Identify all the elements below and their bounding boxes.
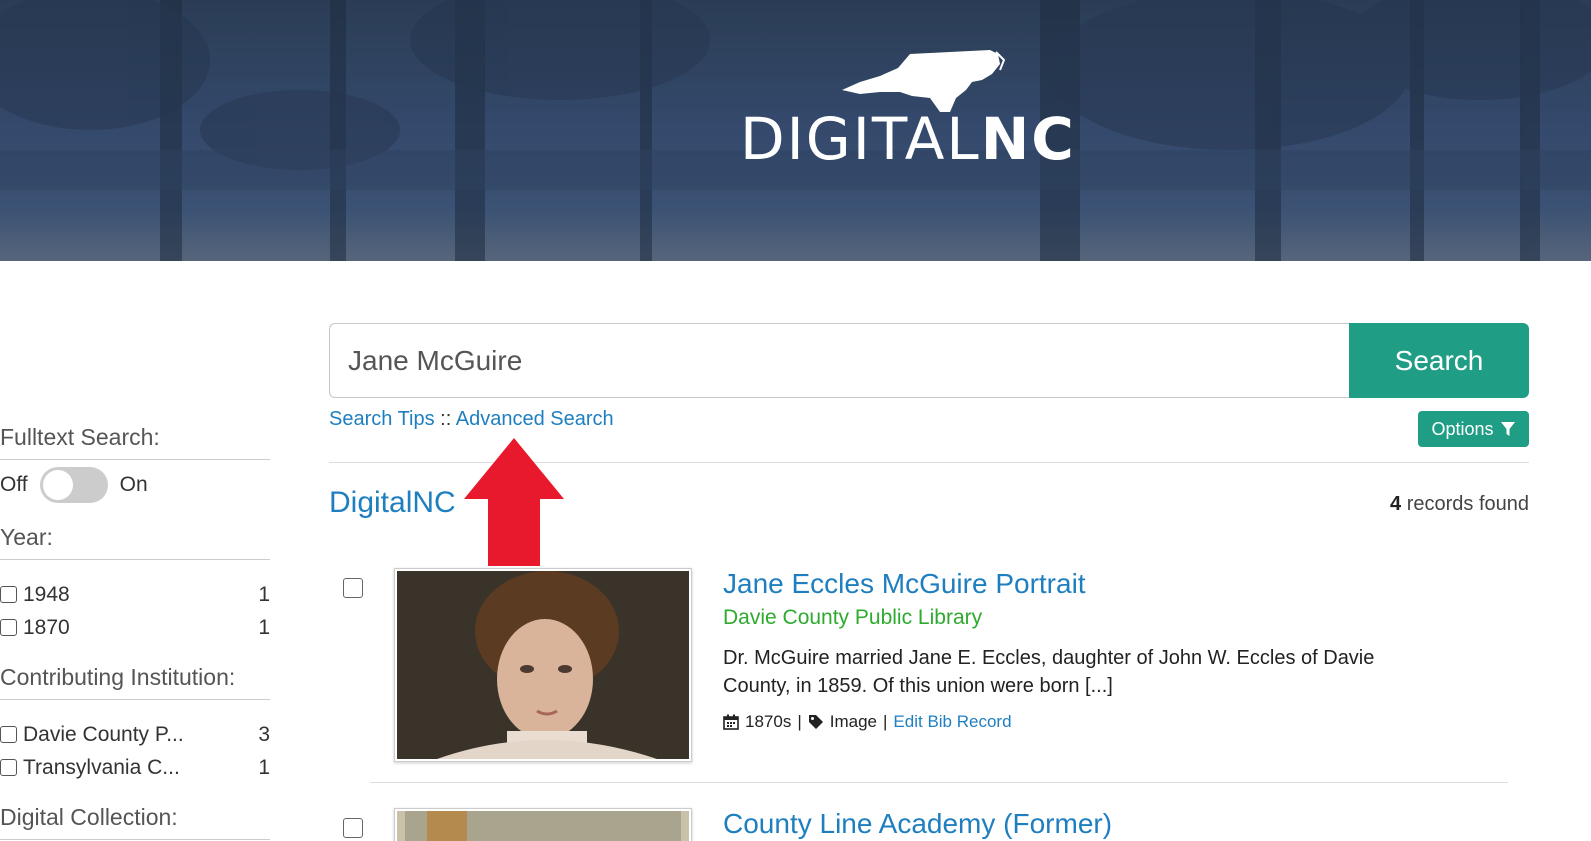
header-banner: DIGITALNC	[0, 0, 1591, 261]
result-type: Image	[829, 712, 877, 731]
facet-count: 1	[258, 582, 270, 606]
facet-checkbox[interactable]	[0, 759, 17, 776]
advanced-search-link[interactable]: Advanced Search	[456, 408, 614, 430]
logo-wordmark: DIGITALNC	[740, 110, 1076, 168]
logo-text-bold: NC	[980, 105, 1076, 173]
facet-checkbox[interactable]	[0, 586, 17, 603]
search-button[interactable]: Search	[1349, 323, 1529, 398]
red-arrow-annotation	[464, 438, 564, 566]
result-checkbox[interactable]	[343, 578, 363, 598]
facet-sidebar: Fulltext Search: Off On Year: 1948 1 187…	[0, 424, 270, 840]
edit-bib-record-link[interactable]: Edit Bib Record	[893, 712, 1011, 732]
result-divider	[370, 782, 1508, 783]
result-title-link[interactable]: Jane Eccles McGuire Portrait	[723, 568, 1443, 600]
link-separator: ::	[434, 408, 456, 430]
facet-checkbox[interactable]	[0, 619, 17, 636]
fulltext-toggle-row: Off On	[0, 460, 270, 510]
facet-item-institution[interactable]: Davie County P... 3	[0, 718, 270, 751]
records-suffix: records found	[1401, 493, 1529, 515]
calendar-icon	[723, 714, 739, 730]
result-institution: Davie County Public Library	[723, 606, 983, 629]
academy-image	[397, 811, 689, 841]
meta-separator: |	[797, 712, 802, 731]
facet-count: 3	[258, 722, 270, 746]
toggle-knob	[42, 470, 73, 500]
institution-facet-title: Contributing Institution:	[0, 664, 270, 700]
search-input[interactable]	[329, 323, 1349, 398]
options-label: Options	[1431, 418, 1494, 439]
filter-icon	[1500, 422, 1515, 436]
meta-separator: |	[883, 712, 888, 731]
year-facet-list: 1948 1 1870 1	[0, 578, 270, 644]
result-description: Dr. McGuire married Jane E. Eccles, daug…	[723, 647, 1375, 697]
facet-count: 1	[258, 755, 270, 779]
result-checkbox[interactable]	[343, 818, 363, 838]
facet-label: 1870	[23, 615, 70, 639]
digitalnc-logo[interactable]: DIGITALNC	[740, 40, 1120, 180]
facet-label: Davie County P...	[23, 722, 184, 746]
records-count: 4 records found	[1390, 493, 1529, 516]
fulltext-facet-title: Fulltext Search:	[0, 424, 270, 460]
options-button[interactable]: Options	[1418, 411, 1529, 447]
search-links: Search Tips :: Advanced Search	[329, 408, 614, 431]
facet-item-year[interactable]: 1948 1	[0, 578, 270, 611]
result-meta: 1870s | Image | Edit Bib Record	[723, 712, 1443, 732]
result-title-link[interactable]: County Line Academy (Former)	[723, 808, 1443, 840]
logo-text-light: DIGITAL	[740, 105, 981, 173]
fulltext-toggle[interactable]	[39, 467, 108, 503]
facet-label: Transylvania C...	[23, 755, 180, 779]
toggle-on-label: On	[119, 473, 148, 496]
result-item: Jane Eccles McGuire Portrait Davie Count…	[329, 568, 1529, 768]
tag-icon	[808, 715, 823, 729]
result-body: Jane Eccles McGuire Portrait Davie Count…	[723, 568, 1443, 732]
facet-checkbox[interactable]	[0, 726, 17, 743]
records-number: 4	[1390, 493, 1402, 515]
search-tips-link[interactable]: Search Tips	[329, 408, 435, 430]
result-thumbnail[interactable]	[394, 568, 692, 762]
source-heading: DigitalNC	[329, 486, 456, 519]
facet-item-institution[interactable]: Transylvania C... 1	[0, 751, 270, 784]
facet-count: 1	[258, 615, 270, 639]
collection-facet-title: Digital Collection:	[0, 804, 270, 840]
year-facet-title: Year:	[0, 524, 270, 560]
result-item: County Line Academy (Former)	[329, 808, 1529, 841]
search-bar: Search	[329, 323, 1529, 398]
portrait-image	[397, 571, 689, 759]
result-thumbnail[interactable]	[394, 808, 692, 841]
toggle-off-label: Off	[0, 473, 28, 496]
result-body: County Line Academy (Former)	[723, 808, 1443, 840]
facet-label: 1948	[23, 582, 70, 606]
institution-facet-list: Davie County P... 3 Transylvania C... 1	[0, 718, 270, 784]
facet-item-year[interactable]: 1870 1	[0, 611, 270, 644]
result-date: 1870s	[745, 712, 792, 731]
